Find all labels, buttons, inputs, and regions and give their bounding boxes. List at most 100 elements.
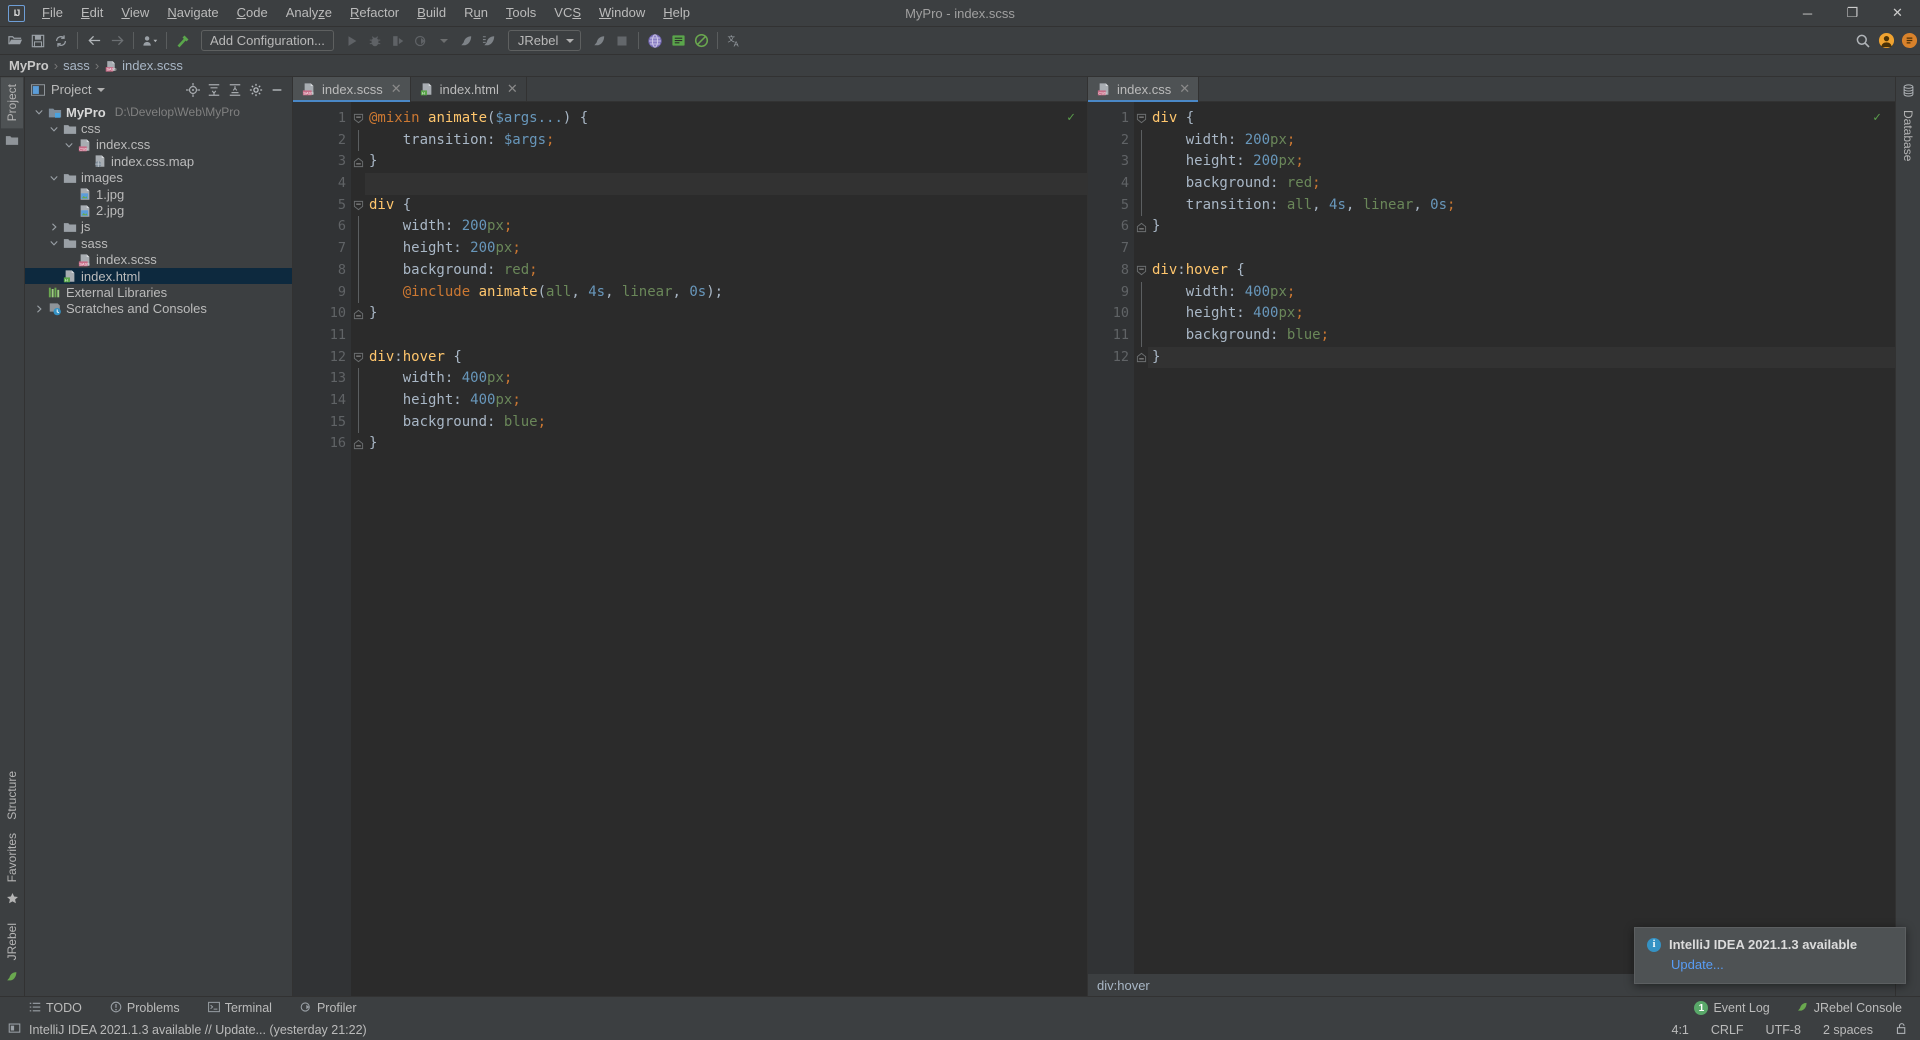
menu-run[interactable]: Run bbox=[455, 2, 497, 24]
fold-marker[interactable] bbox=[1134, 151, 1148, 174]
fold-marker[interactable] bbox=[351, 281, 365, 304]
menu-vcs[interactable]: VCS bbox=[545, 2, 590, 24]
unlock-icon[interactable] bbox=[1895, 1022, 1908, 1038]
menu-help[interactable]: Help bbox=[654, 2, 699, 24]
navigate-back-icon[interactable] bbox=[83, 30, 105, 52]
code-line[interactable]: background: red; bbox=[1148, 173, 1895, 195]
code-line[interactable]: div { bbox=[365, 195, 1087, 217]
menu-code[interactable]: Code bbox=[228, 2, 277, 24]
indent-setting[interactable]: 2 spaces bbox=[1823, 1023, 1873, 1037]
code-line[interactable]: @include animate(all, 4s, linear, 0s); bbox=[365, 282, 1087, 304]
fold-marker[interactable] bbox=[1134, 129, 1148, 152]
tree-node-sass[interactable]: sass bbox=[25, 235, 292, 251]
chevron-right-icon[interactable] bbox=[33, 303, 44, 314]
menu-analyze[interactable]: Analyze bbox=[277, 2, 341, 24]
stop-icon[interactable] bbox=[611, 30, 633, 52]
fold-marker[interactable] bbox=[351, 433, 365, 455]
fold-marker[interactable] bbox=[1134, 194, 1148, 217]
fold-marker[interactable] bbox=[351, 389, 365, 412]
menu-window[interactable]: Window bbox=[590, 2, 654, 24]
status-message[interactable]: IntelliJ IDEA 2021.1.3 available // Upda… bbox=[29, 1023, 367, 1037]
code-line[interactable]: height: 200px; bbox=[365, 238, 1087, 260]
breadcrumb-item-file[interactable]: SASS index.scss bbox=[104, 58, 183, 73]
code-line[interactable]: } bbox=[1148, 216, 1895, 238]
fold-marker[interactable] bbox=[351, 195, 365, 217]
code-line[interactable]: width: 400px; bbox=[365, 368, 1087, 390]
maximize-button[interactable]: ❐ bbox=[1830, 0, 1875, 27]
code-line[interactable] bbox=[1148, 238, 1895, 260]
run-coverage-icon[interactable] bbox=[387, 30, 409, 52]
tool-button-terminal[interactable]: Terminal bbox=[204, 1000, 276, 1017]
chevron-down-icon[interactable] bbox=[97, 87, 106, 92]
code-line[interactable]: background: blue; bbox=[1148, 325, 1895, 347]
update-notification[interactable]: i IntelliJ IDEA 2021.1.3 available Updat… bbox=[1634, 927, 1906, 984]
ide-notification-icon[interactable] bbox=[1898, 30, 1920, 52]
chevron-down-icon[interactable] bbox=[63, 139, 74, 150]
menu-edit[interactable]: Edit bbox=[72, 2, 112, 24]
chevron-right-icon[interactable] bbox=[48, 221, 59, 232]
code-line[interactable]: } bbox=[365, 151, 1087, 173]
account-icon[interactable] bbox=[1875, 30, 1897, 52]
close-button[interactable]: ✕ bbox=[1875, 0, 1920, 27]
close-icon[interactable]: ✕ bbox=[1179, 82, 1190, 95]
breadcrumb-item-project[interactable]: MyPro bbox=[9, 58, 49, 73]
inspection-ok-icon[interactable]: ✓ bbox=[1067, 110, 1075, 125]
tree-node-2-jpg[interactable]: 2.jpg bbox=[25, 202, 292, 218]
sidebar-item-favorites[interactable]: Favorites bbox=[1, 826, 23, 889]
menu-build[interactable]: Build bbox=[408, 2, 455, 24]
save-icon[interactable] bbox=[27, 30, 49, 52]
fold-marker[interactable] bbox=[351, 108, 365, 130]
hide-panel-icon[interactable] bbox=[268, 81, 286, 99]
code-line[interactable]: transition: $args; bbox=[365, 130, 1087, 152]
run-configuration-selector[interactable]: Add Configuration... bbox=[201, 30, 334, 51]
expand-all-icon[interactable] bbox=[205, 81, 223, 99]
menu-view[interactable]: View bbox=[112, 2, 158, 24]
tree-node-1-jpg[interactable]: 1.jpg bbox=[25, 186, 292, 202]
tool-button-jrebel-console[interactable]: JRebel Console bbox=[1792, 999, 1906, 1017]
tree-node-index-css[interactable]: CSS index.css bbox=[25, 137, 292, 153]
fold-marker[interactable] bbox=[1134, 324, 1148, 347]
fold-marker[interactable] bbox=[1134, 281, 1148, 304]
code-text-left[interactable]: @mixin animate($args...) { transition: $… bbox=[365, 102, 1087, 996]
tree-node-external-libraries[interactable]: External Libraries bbox=[25, 284, 292, 300]
editor-left-content[interactable]: 1 2 3 4 5 6 7 8 9 10 11 12 13 14 15 16 @mixin animate($… bbox=[293, 102, 1087, 996]
code-line[interactable]: background: red; bbox=[365, 260, 1087, 282]
editor-tab-index-scss[interactable]: SASS index.scss ✕ bbox=[293, 77, 411, 102]
fold-marker[interactable] bbox=[1134, 216, 1148, 238]
code-line[interactable]: width: 400px; bbox=[1148, 282, 1895, 304]
search-everywhere-icon[interactable] bbox=[1852, 30, 1874, 52]
menu-refactor[interactable]: Refactor bbox=[341, 2, 408, 24]
menu-navigate[interactable]: Navigate bbox=[158, 2, 227, 24]
fold-marker[interactable] bbox=[351, 411, 365, 434]
browser-icon[interactable] bbox=[644, 30, 666, 52]
file-encoding[interactable]: UTF-8 bbox=[1766, 1023, 1801, 1037]
code-folding-gutter-left[interactable] bbox=[351, 102, 365, 996]
chevron-down-icon[interactable] bbox=[48, 123, 59, 134]
code-line[interactable]: transition: all, 4s, linear, 0s; bbox=[1148, 195, 1895, 217]
sidebar-item-jrebel[interactable]: JRebel bbox=[1, 916, 23, 967]
code-line[interactable] bbox=[365, 325, 1087, 347]
fold-marker[interactable] bbox=[351, 347, 365, 369]
fold-marker[interactable] bbox=[1134, 347, 1148, 369]
sidebar-item-database[interactable]: Database bbox=[1897, 103, 1919, 168]
code-line[interactable]: } bbox=[365, 303, 1087, 325]
fold-marker[interactable] bbox=[1134, 260, 1148, 282]
open-folder-icon[interactable] bbox=[4, 30, 26, 52]
tree-node-js[interactable]: js bbox=[25, 219, 292, 235]
fold-marker[interactable] bbox=[351, 303, 365, 325]
code-line[interactable]: width: 200px; bbox=[1148, 130, 1895, 152]
translate-icon[interactable]: 文A bbox=[723, 30, 745, 52]
fold-marker[interactable] bbox=[351, 216, 365, 239]
code-line[interactable]: } bbox=[365, 433, 1087, 455]
jrebel-run-icon[interactable] bbox=[456, 30, 478, 52]
fold-marker[interactable] bbox=[351, 238, 365, 260]
code-text-right[interactable]: div { width: 200px; height: 200px; backg… bbox=[1148, 102, 1895, 974]
debug-icon[interactable] bbox=[364, 30, 386, 52]
profile-dropdown-icon[interactable] bbox=[139, 30, 161, 52]
run-icon[interactable] bbox=[341, 30, 363, 52]
caret-position[interactable]: 4:1 bbox=[1672, 1023, 1689, 1037]
jrebel-selector[interactable]: JRebel bbox=[507, 30, 582, 51]
code-line[interactable]: background: blue; bbox=[365, 412, 1087, 434]
navigate-forward-icon[interactable] bbox=[106, 30, 128, 52]
chevron-down-icon[interactable] bbox=[33, 107, 44, 118]
